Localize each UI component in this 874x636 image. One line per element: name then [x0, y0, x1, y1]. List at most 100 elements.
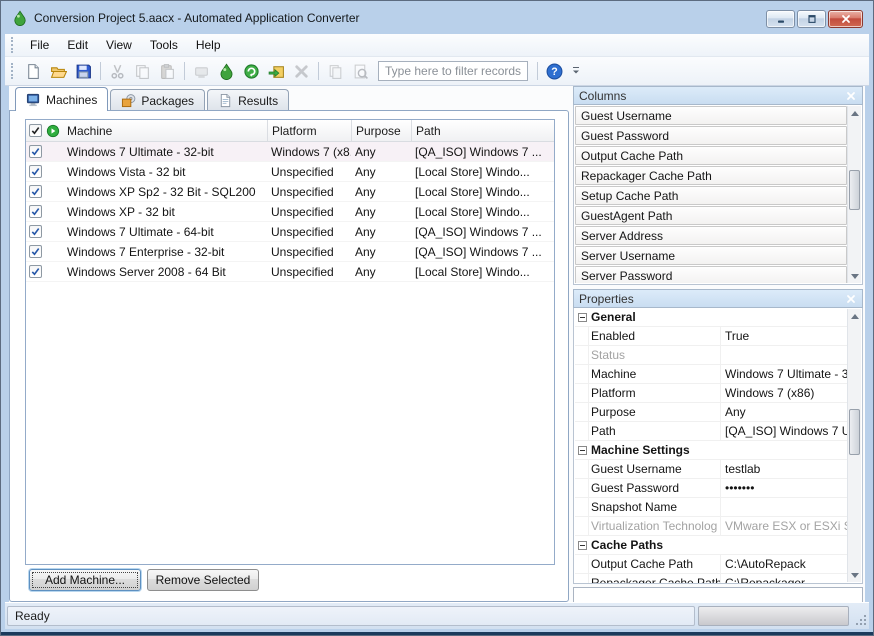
- scrollbar-thumb[interactable]: [849, 170, 860, 210]
- maximize-button[interactable]: [797, 10, 826, 28]
- property-value[interactable]: [QA_ISO] Windows 7 Ul: [721, 422, 847, 440]
- property-row[interactable]: PurposeAny: [575, 403, 847, 422]
- table-row[interactable]: Windows 7 Ultimate - 32-bitWindows 7 (x8…: [26, 142, 554, 162]
- column-header-platform[interactable]: Platform: [267, 120, 351, 141]
- property-row[interactable]: Status: [575, 346, 847, 365]
- column-header-machine[interactable]: Machine: [63, 120, 267, 141]
- property-row[interactable]: Repackager Cache PathC:\Repackager: [575, 574, 847, 583]
- property-value[interactable]: Any: [721, 403, 847, 421]
- table-row[interactable]: Windows 7 Ultimate - 64-bitUnspecifiedAn…: [26, 222, 554, 242]
- column-item[interactable]: Guest Username: [575, 106, 847, 125]
- new-file-button[interactable]: [22, 60, 45, 82]
- collapse-icon[interactable]: [578, 313, 587, 322]
- row-checkbox[interactable]: [29, 205, 42, 218]
- property-value[interactable]: Windows 7 (x86): [721, 384, 847, 402]
- property-row[interactable]: Path[QA_ISO] Windows 7 Ul: [575, 422, 847, 441]
- cell-purpose: Any: [351, 225, 411, 239]
- property-row[interactable]: Guest Usernametestlab: [575, 460, 847, 479]
- close-icon[interactable]: [845, 90, 857, 102]
- tab-packages[interactable]: Packages: [110, 89, 205, 111]
- scroll-down-icon[interactable]: [848, 269, 861, 283]
- property-value[interactable]: C:\Repackager: [721, 574, 847, 583]
- column-item[interactable]: Server Address: [575, 226, 847, 245]
- row-checkbox[interactable]: [29, 145, 42, 158]
- open-button[interactable]: [47, 60, 70, 82]
- help-button[interactable]: ?: [543, 60, 566, 82]
- menu-tools[interactable]: Tools: [141, 35, 187, 55]
- property-row[interactable]: Virtualization TechnologVMware ESX or ES…: [575, 517, 847, 536]
- row-checkbox[interactable]: [29, 225, 42, 238]
- menu-view[interactable]: View: [97, 35, 141, 55]
- table-row[interactable]: Windows XP - 32 bitUnspecifiedAny[Local …: [26, 202, 554, 222]
- property-value[interactable]: Windows 7 Ultimate - 3: [721, 365, 847, 383]
- property-category[interactable]: Cache Paths: [575, 536, 847, 555]
- property-row[interactable]: MachineWindows 7 Ultimate - 3: [575, 365, 847, 384]
- scrollbar-thumb[interactable]: [849, 409, 860, 455]
- import-button[interactable]: [265, 60, 288, 82]
- menu-grip-handle[interactable]: [11, 37, 15, 53]
- menu-help[interactable]: Help: [187, 35, 230, 55]
- property-row[interactable]: PlatformWindows 7 (x86): [575, 384, 847, 403]
- column-item[interactable]: GuestAgent Path: [575, 206, 847, 225]
- table-row[interactable]: Windows XP Sp2 - 32 Bit - SQL200Unspecif…: [26, 182, 554, 202]
- property-value[interactable]: [721, 498, 847, 516]
- toolbar-overflow-button[interactable]: [569, 60, 582, 82]
- property-category[interactable]: General: [575, 308, 847, 327]
- menu-edit[interactable]: Edit: [58, 35, 97, 55]
- property-value[interactable]: [721, 346, 847, 364]
- column-item[interactable]: Server Password: [575, 266, 847, 283]
- property-category[interactable]: Machine Settings: [575, 441, 847, 460]
- add-machine-button[interactable]: Add Machine...: [29, 569, 141, 591]
- columns-scrollbar[interactable]: [847, 106, 861, 283]
- collapse-icon[interactable]: [578, 541, 587, 550]
- table-row[interactable]: Windows 7 Enterprise - 32-bitUnspecified…: [26, 242, 554, 262]
- column-header-path[interactable]: Path: [411, 120, 554, 141]
- scroll-down-icon[interactable]: [848, 568, 861, 582]
- properties-scrollbar[interactable]: [847, 309, 861, 582]
- row-checkbox[interactable]: [29, 185, 42, 198]
- property-row[interactable]: Output Cache PathC:\AutoRepack: [575, 555, 847, 574]
- minimize-button[interactable]: [766, 10, 795, 28]
- resize-grip[interactable]: [854, 613, 866, 625]
- close-icon[interactable]: [845, 293, 857, 305]
- row-checkbox[interactable]: [29, 245, 42, 258]
- table-row[interactable]: Windows Server 2008 - 64 BitUnspecifiedA…: [26, 262, 554, 282]
- property-row[interactable]: EnabledTrue: [575, 327, 847, 346]
- filter-records-input[interactable]: [378, 61, 528, 81]
- property-value[interactable]: VMware ESX or ESXi Ser: [721, 517, 847, 535]
- package-button[interactable]: [215, 60, 238, 82]
- property-value[interactable]: testlab: [721, 460, 847, 478]
- column-header-purpose[interactable]: Purpose: [351, 120, 411, 141]
- property-description-box: [573, 587, 863, 603]
- column-item[interactable]: Output Cache Path: [575, 146, 847, 165]
- select-all-checkbox[interactable]: [29, 124, 42, 137]
- property-row[interactable]: Snapshot Name: [575, 498, 847, 517]
- machine-table-header[interactable]: Machine Platform Purpose Path: [26, 120, 554, 142]
- close-button[interactable]: [828, 10, 863, 28]
- scroll-up-icon[interactable]: [848, 106, 861, 120]
- property-row[interactable]: Guest Password•••••••: [575, 479, 847, 498]
- property-value[interactable]: •••••••: [721, 479, 847, 497]
- run-button[interactable]: [240, 60, 263, 82]
- toolbar-grip-handle[interactable]: [11, 63, 15, 79]
- menu-file[interactable]: File: [21, 35, 58, 55]
- property-value[interactable]: C:\AutoRepack: [721, 555, 847, 573]
- scroll-up-icon[interactable]: [848, 309, 861, 323]
- property-value[interactable]: True: [721, 327, 847, 345]
- cell-machine: Windows 7 Ultimate - 64-bit: [63, 225, 267, 239]
- column-item[interactable]: Setup Cache Path: [575, 186, 847, 205]
- column-item[interactable]: Server Username: [575, 246, 847, 265]
- remove-selected-button[interactable]: Remove Selected: [147, 569, 259, 591]
- column-item[interactable]: Repackager Cache Path: [575, 166, 847, 185]
- column-item[interactable]: Guest Password: [575, 126, 847, 145]
- tab-machines[interactable]: Machines: [15, 87, 108, 111]
- row-checkbox[interactable]: [29, 165, 42, 178]
- machines-tab-page: Machine Platform Purpose Path Windows 7 …: [9, 110, 569, 602]
- property-label: Path: [589, 422, 721, 440]
- row-checkbox[interactable]: [29, 265, 42, 278]
- tab-results[interactable]: Results: [207, 89, 289, 111]
- table-row[interactable]: Windows Vista - 32 bitUnspecifiedAny[Loc…: [26, 162, 554, 182]
- cell-machine: Windows 7 Ultimate - 32-bit: [63, 145, 267, 159]
- collapse-icon[interactable]: [578, 446, 587, 455]
- save-button[interactable]: [72, 60, 95, 82]
